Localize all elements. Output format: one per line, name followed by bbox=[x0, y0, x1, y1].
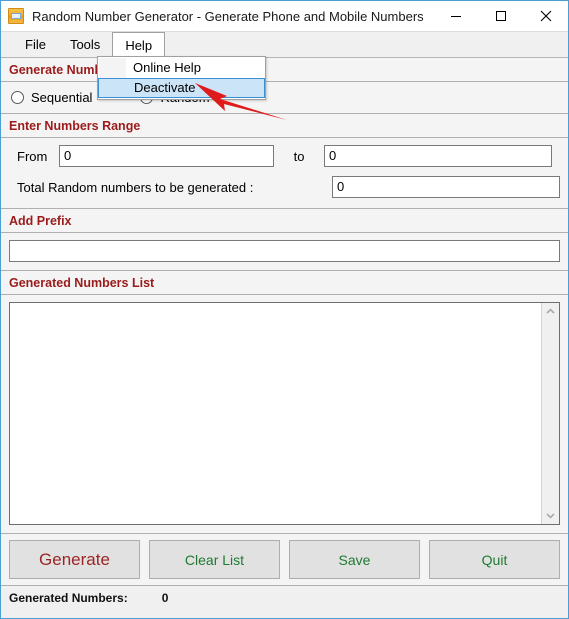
maximize-icon bbox=[495, 11, 506, 21]
generated-numbers-list-area[interactable] bbox=[10, 303, 541, 524]
help-dropdown-menu: Online Help Deactivate bbox=[97, 56, 266, 100]
radio-sequential-indicator[interactable] bbox=[11, 91, 24, 104]
quit-button-label: Quit bbox=[481, 551, 508, 568]
numbers-range-title: Enter Numbers Range bbox=[1, 114, 568, 138]
close-icon bbox=[540, 10, 551, 22]
menu-bar: File Tools Help bbox=[1, 32, 568, 58]
total-count-input[interactable] bbox=[332, 176, 560, 198]
generated-numbers-section: Generated Numbers List bbox=[1, 271, 568, 534]
chevron-down-icon bbox=[546, 513, 555, 519]
status-label: Generated Numbers: bbox=[9, 591, 128, 605]
from-label: From bbox=[17, 148, 48, 164]
listbox-scrollbar[interactable] bbox=[541, 303, 559, 524]
numbers-range-section: Enter Numbers Range From to Total Random… bbox=[1, 114, 568, 209]
radio-sequential[interactable]: Sequential bbox=[11, 90, 92, 105]
total-count-label: Total Random numbers to be generated : bbox=[17, 179, 254, 195]
save-button[interactable]: Save bbox=[289, 540, 420, 579]
minimize-icon bbox=[450, 16, 461, 17]
range-row-total: Total Random numbers to be generated : bbox=[9, 176, 560, 198]
add-prefix-body bbox=[1, 233, 568, 270]
status-generated-count: 0 bbox=[161, 591, 169, 605]
clear-list-button[interactable]: Clear List bbox=[149, 540, 280, 579]
clear-list-button-label: Clear List bbox=[184, 551, 245, 568]
to-label: to bbox=[293, 148, 305, 164]
quit-button[interactable]: Quit bbox=[429, 540, 560, 579]
status-bar: Generated Numbers: 0 bbox=[1, 586, 568, 610]
action-buttons-row: Generate Clear List Save Quit bbox=[1, 534, 568, 586]
to-input[interactable] bbox=[324, 145, 552, 167]
generated-numbers-body bbox=[1, 295, 568, 533]
menu-item-deactivate[interactable]: Deactivate bbox=[98, 78, 265, 98]
close-button[interactable] bbox=[523, 2, 568, 31]
radio-sequential-label: Sequential bbox=[31, 90, 93, 105]
add-prefix-title: Add Prefix bbox=[1, 209, 568, 233]
menu-help[interactable]: Help bbox=[112, 32, 166, 58]
save-button-label: Save bbox=[338, 551, 371, 568]
maximize-button[interactable] bbox=[478, 2, 523, 31]
application-window: Random Number Generator - Generate Phone… bbox=[0, 0, 569, 619]
menu-tools[interactable]: Tools bbox=[58, 32, 112, 57]
app-calculator-icon bbox=[8, 8, 24, 24]
add-prefix-section: Add Prefix bbox=[1, 209, 568, 271]
from-input[interactable] bbox=[59, 145, 274, 167]
scroll-down-button[interactable] bbox=[542, 507, 559, 524]
generate-numbers-options: Sequential Random bbox=[1, 82, 568, 113]
menu-file[interactable]: File bbox=[13, 32, 58, 57]
chevron-up-icon bbox=[546, 308, 555, 314]
scroll-up-button[interactable] bbox=[542, 303, 559, 320]
prefix-input[interactable] bbox=[9, 240, 560, 262]
generated-numbers-title: Generated Numbers List bbox=[1, 271, 568, 295]
generate-button-label: Generate bbox=[39, 549, 110, 569]
title-bar: Random Number Generator - Generate Phone… bbox=[1, 1, 568, 32]
generate-numbers-section: Generate Numbers Sequential Random bbox=[1, 58, 568, 114]
numbers-range-body: From to Total Random numbers to be gener… bbox=[1, 138, 568, 208]
window-title: Random Number Generator - Generate Phone… bbox=[32, 8, 424, 24]
range-row-from-to: From to bbox=[9, 145, 560, 167]
menu-item-online-help[interactable]: Online Help bbox=[98, 58, 265, 78]
generate-button[interactable]: Generate bbox=[9, 540, 140, 579]
generated-numbers-listbox[interactable] bbox=[9, 302, 560, 525]
minimize-button[interactable] bbox=[433, 2, 478, 31]
generate-numbers-title: Generate Numbers bbox=[1, 58, 568, 82]
